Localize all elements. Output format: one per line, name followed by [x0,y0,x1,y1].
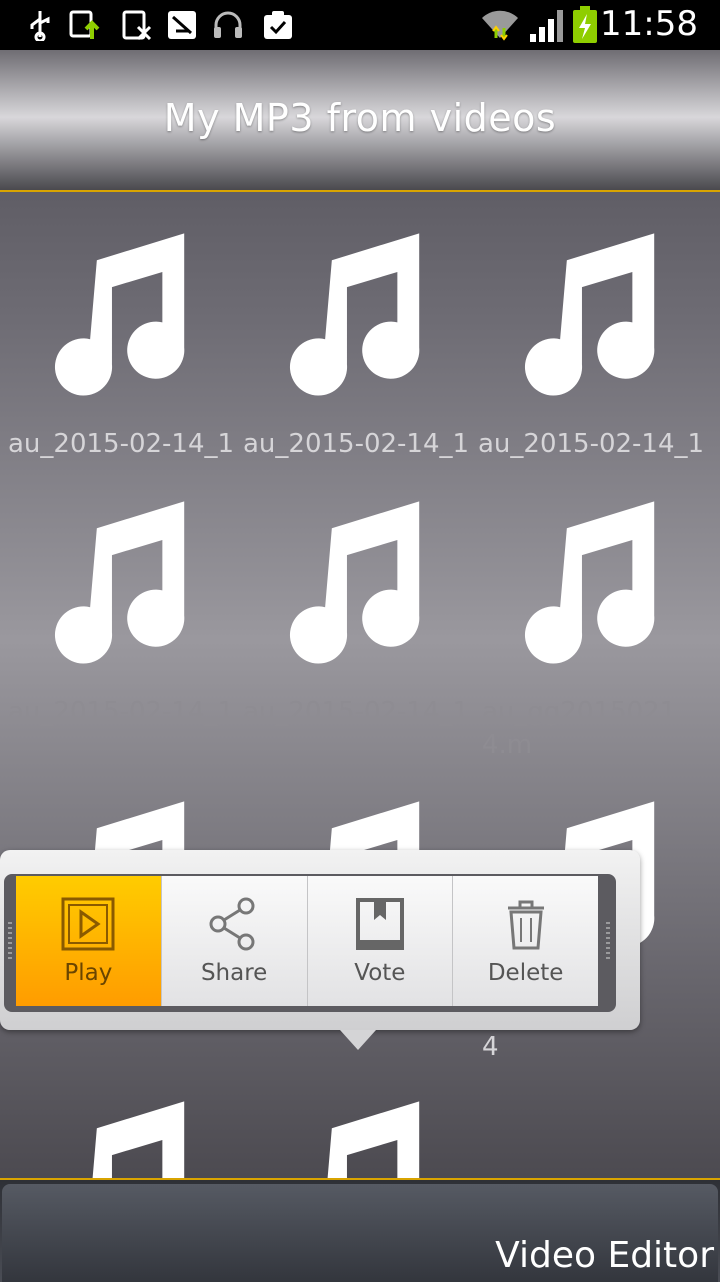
music-note-icon [54,233,185,396]
delete-button[interactable]: Delete [453,876,598,1006]
context-menu-items: Play Share Vote Delete [16,876,598,1006]
grip-right [606,922,610,962]
video-editor-button[interactable]: Video Editor [2,1184,718,1282]
file-label: au_2015-02-14_1 [8,697,233,727]
music-note-icon [289,233,420,396]
music-note-icon [524,233,655,396]
signal-icon [530,10,563,42]
share-label: Share [200,960,268,986]
music-note-icon [524,501,655,664]
page-title: My MP3 from videos [163,96,557,140]
play-icon [61,897,115,951]
file-label: au_gg20150214.m [482,697,677,760]
music-note-icon [327,1101,420,1178]
usb-icon [30,11,50,41]
title-bar: My MP3 from videos [0,50,720,192]
file-tile[interactable]: au_2015-02-14_1 [0,192,235,462]
music-note-icon [54,501,185,664]
upload-icon [69,10,100,39]
file-tile[interactable]: au_2015-02-14_1 [0,460,235,730]
delete-label: Delete [487,960,564,986]
file-label: au_2015-02-14_1 [8,429,233,459]
vote-label: Vote [354,960,406,986]
share-button[interactable]: Share [161,876,308,1006]
file-tile[interactable]: au_2015-02-14_1 [235,192,470,462]
share-icon [209,897,255,951]
clipboard-check-icon [264,11,292,39]
video-editor-label: Video Editor [495,1235,714,1276]
file-tile[interactable]: au_2015-02-14_1 [235,460,470,730]
status-bar: 11:58 [0,0,720,50]
no-sim-icon [122,10,152,41]
context-menu: Play Share Vote Delete [4,874,616,1012]
popup-arrow [340,1030,376,1050]
file-label: au_2015-02-14_1 [243,697,468,727]
file-label: au_2015-02-14_1 [243,429,468,459]
music-note-icon [92,1101,185,1178]
battery-charging-icon [573,6,597,43]
file-tile[interactable]: au_2015-02-14_1 [470,192,705,462]
music-note-icon [289,501,420,664]
file-tile[interactable] [235,1060,470,1178]
play-label: Play [64,960,113,986]
clock-time: 11:58 [600,4,698,44]
airplane-icon [168,11,196,39]
file-tile[interactable] [0,1060,235,1178]
bookmark-icon [355,898,404,950]
file-tile[interactable]: au_gg20150214.m [470,460,705,760]
headset-icon [214,11,242,38]
vote-button[interactable]: Vote [307,876,454,1006]
context-menu-popup: Play Share Vote Delete [0,850,640,1050]
grip-left [8,922,12,962]
file-label: au_2015-02-14_1 [478,429,703,459]
trash-icon [507,900,544,950]
play-button[interactable]: Play [16,876,162,1006]
wifi-icon [482,10,518,41]
bottom-bar: Video Editor [0,1178,720,1282]
